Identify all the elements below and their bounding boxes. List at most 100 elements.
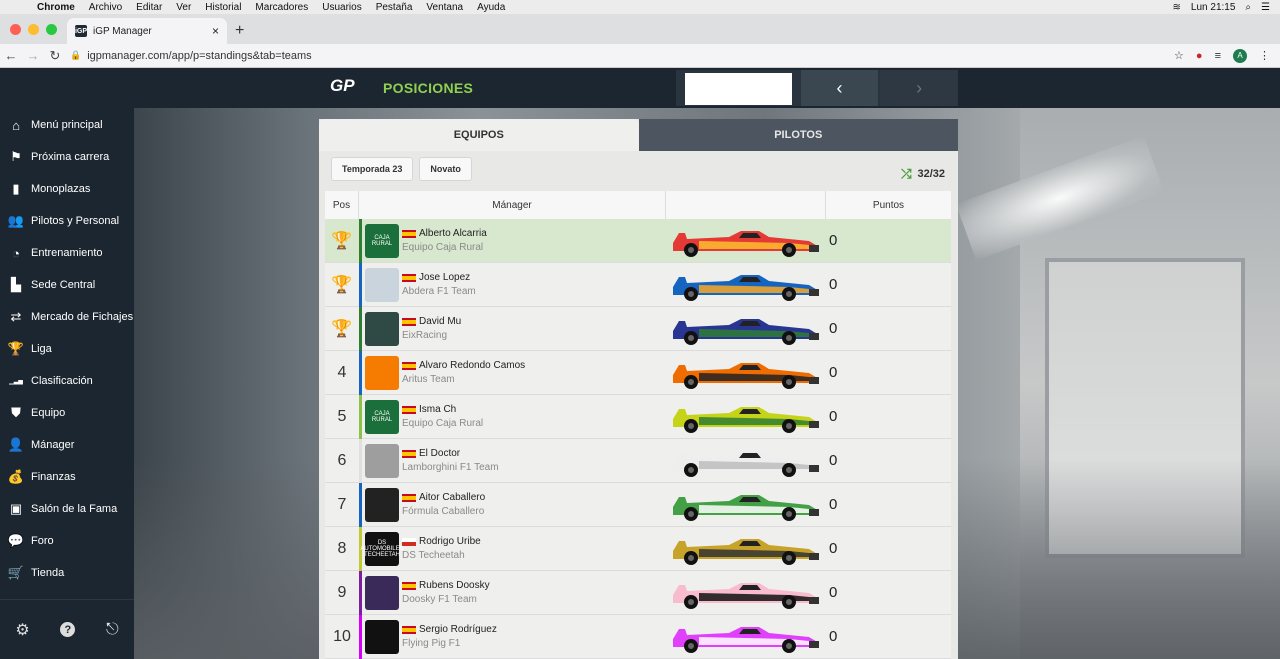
profile-avatar[interactable]: A (1233, 48, 1247, 63)
os-menu-item[interactable]: Ayuda (470, 2, 512, 13)
bookmark-star-icon[interactable]: ☆ (1174, 49, 1184, 62)
team-badge[interactable]: CAJA RURAL (365, 399, 399, 434)
manager-name[interactable]: Isma Ch (419, 404, 456, 415)
manager-name[interactable]: Jose Lopez (419, 272, 470, 283)
manager-name[interactable]: David Mu (419, 316, 461, 327)
manager-name[interactable]: Alvaro Redondo Camos (419, 360, 525, 371)
team-name[interactable]: Lamborghini F1 Team (402, 462, 499, 473)
team-name[interactable]: DS Techeetah (402, 550, 481, 561)
back-icon[interactable]: ← (0, 48, 22, 63)
table-row[interactable]: 🏆 CAJA RURAL Alberto Alcarria Equipo Caja R… (325, 218, 951, 263)
reading-list-icon[interactable]: ≡ (1215, 50, 1221, 62)
logout-icon[interactable]: ⎋ (106, 621, 119, 639)
team-name[interactable]: Abdera F1 Team (402, 286, 476, 297)
spotlight-icon[interactable]: ⌕ (1245, 2, 1251, 13)
header-points[interactable]: Puntos (826, 191, 951, 219)
menu-clock[interactable]: Lun 21:15 (1191, 2, 1236, 13)
os-menu-item[interactable]: Ventana (419, 2, 470, 13)
header-pos[interactable]: Pos (325, 191, 359, 219)
tab-drivers[interactable]: PILOTOS (638, 119, 958, 151)
sidebar-item[interactable]: ▙ Sede Central (0, 269, 134, 301)
team-name[interactable]: Equipo Caja Rural (402, 242, 487, 253)
forward-icon[interactable]: → (22, 48, 44, 63)
manager-name[interactable]: Rodrigo Uribe (419, 536, 481, 547)
team-badge[interactable]: CAJA RURAL (365, 223, 399, 258)
manager-name[interactable]: Rubens Doosky (419, 580, 490, 591)
team-name[interactable]: Flying Pig F1 (402, 638, 497, 649)
new-tab-icon[interactable]: + (227, 22, 252, 44)
header-manager[interactable]: Mánager (359, 191, 666, 219)
close-tab-icon[interactable]: × (212, 24, 219, 38)
os-menu-item[interactable]: Pestaña (369, 2, 420, 13)
chevron-right-icon[interactable]: › (880, 70, 958, 106)
team-badge[interactable] (365, 443, 399, 478)
sidebar-item[interactable]: ▁▃▅ Clasificación (0, 365, 134, 397)
sidebar-item[interactable]: 🛒 Tienda (0, 557, 134, 589)
reload-icon[interactable]: ↻ (44, 48, 66, 64)
team-name[interactable]: EixRacing (402, 330, 461, 341)
team-badge[interactable] (365, 575, 399, 610)
gear-icon[interactable]: ⚙ (15, 620, 29, 640)
league-select[interactable] (685, 73, 792, 105)
table-row[interactable]: 🏆 Jose Lopez Abdera F1 Team 0 (325, 262, 951, 307)
browser-menu-icon[interactable]: ⋮ (1259, 49, 1270, 62)
os-menu-item[interactable]: Archivo (82, 2, 129, 13)
browser-tab[interactable]: iGP iGP Manager × (67, 18, 227, 44)
tier-filter-button[interactable]: Novato (419, 157, 472, 181)
sidebar-item[interactable]: 🏆 Liga (0, 333, 134, 365)
table-row[interactable]: 10 Sergio Rodríguez Flying Pig F1 0 (325, 614, 951, 659)
team-badge[interactable] (365, 487, 399, 522)
team-name[interactable]: Doosky F1 Team (402, 594, 490, 605)
os-menu-item[interactable]: Editar (129, 2, 169, 13)
sidebar-item[interactable]: 👥 Pilotos y Personal (0, 205, 134, 237)
table-row[interactable]: 4 Alvaro Redondo Camos Aritus Team 0 (325, 350, 951, 395)
close-window-button[interactable] (10, 23, 21, 35)
shuffle-icon[interactable]: ⤮ (901, 166, 911, 182)
extension-icon[interactable]: ● (1196, 50, 1203, 62)
team-name[interactable]: Aritus Team (402, 374, 525, 385)
team-badge[interactable] (365, 311, 399, 346)
team-counter[interactable]: ⤮ 32/32 (901, 166, 945, 182)
sidebar-item[interactable]: 👤 Mánager (0, 429, 134, 461)
control-center-icon[interactable]: ☰ (1261, 2, 1270, 13)
team-name[interactable]: Equipo Caja Rural (402, 418, 483, 429)
sidebar-item[interactable]: ⌂ Menú principal (0, 109, 134, 141)
sidebar-item[interactable]: ⇄ Mercado de Fichajes (0, 301, 134, 333)
team-name[interactable]: Fórmula Caballero (402, 506, 485, 517)
wifi-icon[interactable]: ≋ (1173, 2, 1181, 13)
manager-name[interactable]: Alberto Alcarria (419, 228, 487, 239)
table-row[interactable]: 7 Aitor Caballero Fórmula Caballero 0 (325, 482, 951, 527)
url-field[interactable]: igpmanager.com/app/p=standings&tab=teams (87, 50, 1174, 62)
team-badge[interactable] (365, 619, 399, 654)
tab-teams[interactable]: EQUIPOS (319, 119, 639, 151)
sidebar-item[interactable]: ▣ Salón de la Fama (0, 493, 134, 525)
os-menu-item[interactable]: Ver (169, 2, 198, 13)
table-row[interactable]: 5 CAJA RURAL Isma Ch Equipo Caja Rural 0 (325, 394, 951, 439)
minimize-window-button[interactable] (28, 23, 39, 35)
sidebar-item[interactable]: ⛊ Equipo (0, 397, 134, 429)
sidebar-item[interactable]: ⚑ Próxima carrera (0, 141, 134, 173)
team-badge[interactable]: DS AUTOMOBILES TECHEETAH (360, 531, 404, 566)
help-icon[interactable]: ? (60, 622, 76, 637)
sidebar-item[interactable]: 💬 Foro (0, 525, 134, 557)
chevron-left-icon[interactable]: ‹ (800, 70, 879, 106)
season-filter-button[interactable]: Temporada 23 (331, 157, 414, 181)
manager-name[interactable]: Aitor Caballero (419, 492, 485, 503)
zoom-window-button[interactable] (46, 23, 57, 35)
sidebar-item[interactable]: 💰 Finanzas (0, 461, 134, 493)
sidebar-item[interactable]: ◔ Entrenamiento (0, 237, 134, 269)
table-row[interactable]: 🏆 David Mu EixRacing 0 (325, 306, 951, 351)
table-row[interactable]: 9 Rubens Doosky Doosky F1 Team 0 (325, 570, 951, 615)
manager-name[interactable]: El Doctor (419, 448, 460, 459)
os-menu-item[interactable]: Usuarios (315, 2, 368, 13)
lock-icon[interactable]: 🔒 (70, 50, 81, 61)
manager-name[interactable]: Sergio Rodríguez (419, 624, 497, 635)
table-row[interactable]: 8 DS AUTOMOBILES TECHEETAH Rodrigo Uribe DS… (325, 526, 951, 571)
os-menu-item[interactable]: Historial (198, 2, 248, 13)
team-badge[interactable] (365, 355, 399, 390)
menu-app-name[interactable]: Chrome (30, 2, 82, 13)
igp-logo[interactable]: GP (330, 76, 356, 98)
team-badge[interactable] (365, 267, 399, 302)
os-menu-item[interactable]: Marcadores (248, 2, 315, 13)
sidebar-item[interactable]: ▮ Monoplazas (0, 173, 134, 205)
